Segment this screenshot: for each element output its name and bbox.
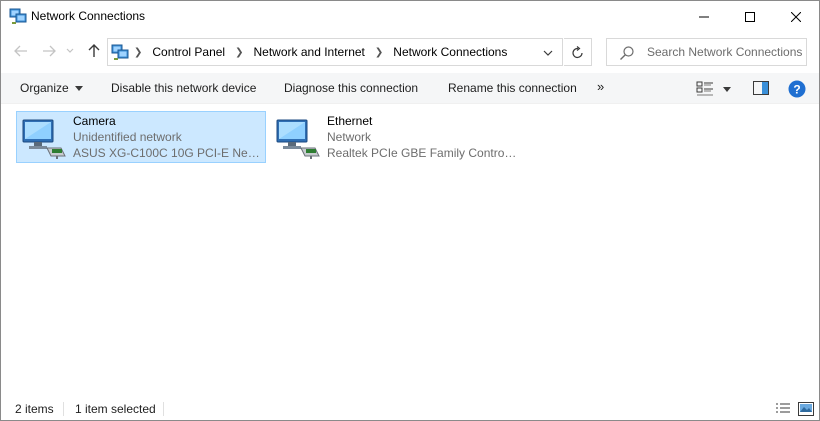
item-count: 2 items bbox=[15, 402, 54, 416]
forward-arrow-icon bbox=[43, 45, 56, 57]
organize-label: Organize bbox=[20, 81, 69, 95]
close-icon bbox=[791, 11, 801, 22]
caret-down-icon[interactable] bbox=[721, 83, 733, 95]
connection-name: Camera bbox=[73, 114, 116, 128]
svg-text:?: ? bbox=[793, 83, 800, 97]
refresh-icon bbox=[571, 45, 583, 58]
up-button[interactable] bbox=[83, 40, 105, 62]
status-divider bbox=[63, 402, 64, 416]
connection-device: Realtek PCIe GBE Family Controller bbox=[327, 146, 517, 160]
connection-item-camera[interactable]: Camera Unidentified network ASUS XG-C100… bbox=[16, 111, 266, 163]
status-divider bbox=[163, 402, 164, 416]
window-title: Network Connections bbox=[31, 9, 146, 23]
more-commands-button[interactable]: » bbox=[597, 79, 604, 94]
change-view-icon[interactable] bbox=[696, 81, 714, 97]
maximize-button[interactable] bbox=[727, 1, 773, 32]
breadcrumb-control-panel[interactable]: Control Panel bbox=[152, 45, 225, 59]
connection-name: Ethernet bbox=[327, 114, 373, 128]
search-box[interactable] bbox=[606, 38, 807, 66]
rename-connection-button[interactable]: Rename this connection bbox=[448, 81, 577, 95]
connection-status: Network bbox=[327, 130, 372, 144]
back-button[interactable] bbox=[10, 40, 32, 62]
breadcrumb: ❯ Control Panel ❯ Network and Internet ❯… bbox=[134, 45, 517, 59]
network-connections-window: Network Connections ❯ Control Panel ❯ Ne… bbox=[0, 0, 820, 421]
address-dropdown-button[interactable] bbox=[540, 45, 556, 61]
selection-count: 1 item selected bbox=[75, 402, 156, 416]
breadcrumb-separator-icon[interactable]: ❯ bbox=[375, 47, 383, 58]
minimize-icon bbox=[699, 16, 709, 17]
search-input[interactable] bbox=[647, 40, 807, 64]
network-adapter-icon bbox=[276, 119, 320, 159]
control-panel-icon bbox=[111, 44, 129, 60]
title-bar[interactable]: Network Connections bbox=[1, 1, 819, 32]
close-button[interactable] bbox=[773, 1, 819, 32]
maximize-icon bbox=[745, 11, 755, 22]
recent-locations-button[interactable] bbox=[63, 40, 77, 62]
chevron-down-icon bbox=[543, 50, 553, 56]
search-icon bbox=[620, 46, 634, 60]
connections-list: Camera Unidentified network ASUS XG-C100… bbox=[1, 105, 819, 395]
command-bar: Organize Disable this network device Dia… bbox=[1, 73, 819, 104]
breadcrumb-separator-icon[interactable]: ❯ bbox=[134, 47, 142, 58]
preview-pane-icon[interactable] bbox=[753, 81, 769, 95]
status-bar: 2 items 1 item selected bbox=[1, 397, 819, 420]
diagnose-connection-button[interactable]: Diagnose this connection bbox=[284, 81, 418, 95]
connection-item-ethernet[interactable]: Ethernet Network Realtek PCIe GBE Family… bbox=[270, 111, 520, 163]
large-icons-view-icon[interactable] bbox=[798, 402, 814, 416]
help-icon[interactable]: ? bbox=[788, 80, 806, 98]
minimize-button[interactable] bbox=[681, 1, 727, 32]
back-arrow-icon bbox=[14, 45, 27, 57]
refresh-button[interactable] bbox=[564, 38, 592, 66]
connection-device: ASUS XG-C100C 10G PCI-E Netwo... bbox=[73, 146, 263, 160]
disable-device-button[interactable]: Disable this network device bbox=[111, 81, 256, 95]
connection-status: Unidentified network bbox=[73, 130, 182, 144]
network-connections-icon bbox=[9, 8, 27, 24]
forward-button[interactable] bbox=[38, 40, 60, 62]
breadcrumb-network-and-internet[interactable]: Network and Internet bbox=[254, 45, 365, 59]
network-adapter-icon bbox=[22, 119, 66, 159]
breadcrumb-network-connections[interactable]: Network Connections bbox=[393, 45, 507, 59]
organize-menu[interactable]: Organize bbox=[20, 81, 83, 95]
details-view-icon[interactable] bbox=[775, 402, 791, 416]
breadcrumb-separator-icon[interactable]: ❯ bbox=[235, 47, 243, 58]
up-arrow-icon bbox=[88, 44, 100, 57]
address-bar[interactable]: ❯ Control Panel ❯ Network and Internet ❯… bbox=[107, 38, 563, 66]
caret-down-icon bbox=[74, 86, 83, 92]
navigation-row: ❯ Control Panel ❯ Network and Internet ❯… bbox=[1, 36, 819, 68]
chevron-down-icon bbox=[66, 48, 74, 53]
